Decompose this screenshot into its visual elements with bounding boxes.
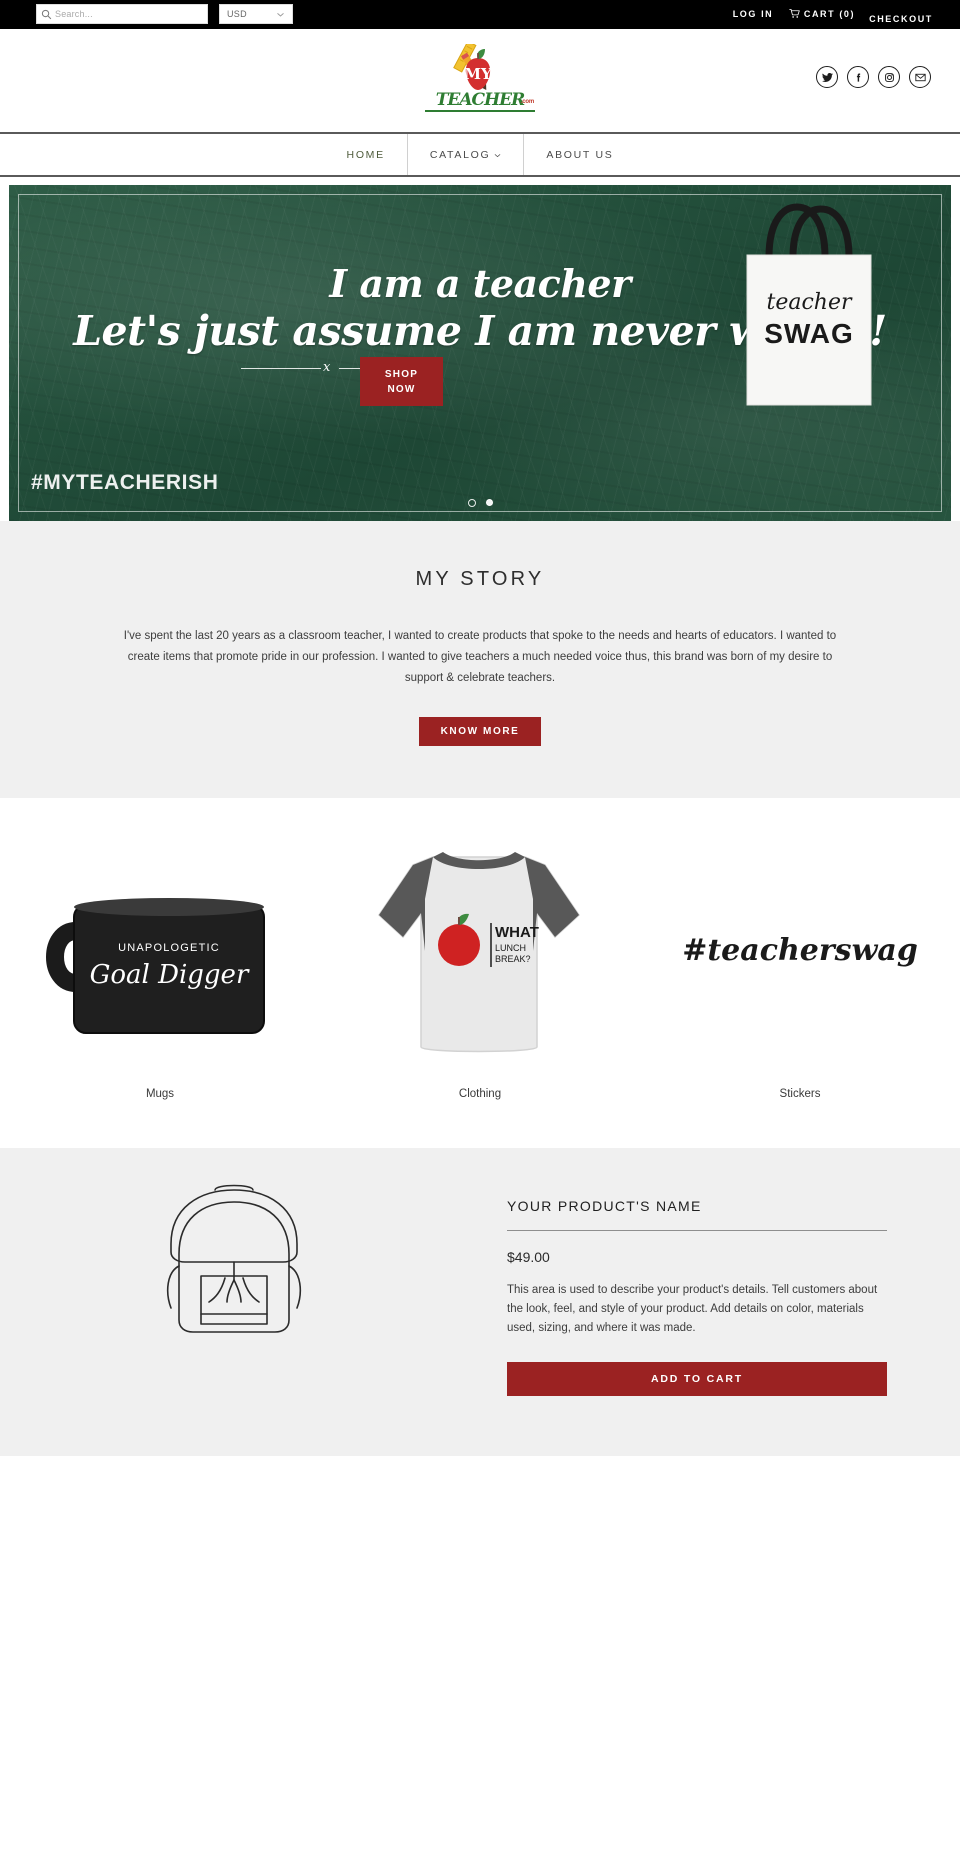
featured-product-section: YOUR PRODUCT'S NAME $49.00 This area is … <box>0 1148 960 1456</box>
instagram-icon[interactable] <box>878 66 900 88</box>
shop-now-button[interactable]: SHOP NOW <box>360 357 443 406</box>
logo-suffix: .com <box>520 99 534 105</box>
collection-mugs[interactable]: UNAPOLOGETIC Goal Digger Mugs <box>0 838 320 1100</box>
collection-label-stickers: Stickers <box>779 1088 821 1100</box>
logo-wordmark: TEACHER <box>425 91 535 112</box>
search-box[interactable] <box>36 4 208 24</box>
nav-item-about-us[interactable]: ABOUT US <box>524 134 635 175</box>
mug-image: UNAPOLOGETIC Goal Digger <box>0 838 320 1068</box>
nav-item-home[interactable]: HOME <box>325 134 408 175</box>
slider-dot-1[interactable] <box>467 499 476 507</box>
featured-product-title: YOUR PRODUCT'S NAME <box>507 1198 887 1231</box>
raglan-shirt-image: WHAT LUNCH BREAK? <box>320 838 640 1068</box>
my-story-section: MY STORY I've spent the last 20 years as… <box>0 521 960 798</box>
cart-icon <box>789 8 800 19</box>
tote-bag-image: teacher SWAG <box>729 201 889 411</box>
svg-text:LUNCH: LUNCH <box>495 943 526 953</box>
know-more-button[interactable]: KNOW MORE <box>418 717 542 746</box>
currency-selector[interactable]: USD <box>219 4 293 24</box>
featured-product-media <box>29 1182 409 1396</box>
slider-dot-2[interactable] <box>485 499 493 506</box>
svg-text:teacher: teacher <box>766 290 852 315</box>
apple-logo-icon: MY <box>451 40 505 96</box>
search-input[interactable] <box>55 9 195 19</box>
collection-stickers[interactable]: #teacherswag Stickers <box>640 838 960 1101</box>
cart-link[interactable]: CART (0) <box>786 8 858 20</box>
svg-text:Goal Digger: Goal Digger <box>90 960 250 990</box>
site-logo[interactable]: MY TEACHER .com <box>425 40 535 119</box>
add-to-cart-button[interactable]: ADD TO CART <box>507 1362 887 1396</box>
my-story-heading: MY STORY <box>415 568 545 590</box>
svg-text:MY: MY <box>464 65 492 83</box>
svg-text:#teacherswag: #teacherswag <box>682 933 918 968</box>
hero-slide: I am a teacher Let's just assume I am ne… <box>9 185 951 521</box>
facebook-icon[interactable] <box>847 66 869 88</box>
collection-label-mugs: Mugs <box>145 1088 175 1100</box>
collection-label-clothing: Clothing <box>458 1088 502 1100</box>
top-links: LOG IN CART (0) CHECKOUT <box>720 0 960 25</box>
main-navigation: HOME CATALOG ABOUT US <box>0 132 960 177</box>
top-utility-bar: USD LOG IN CART (0) CHECKOUT <box>0 0 960 29</box>
nav-item-catalog[interactable]: CATALOG <box>408 134 525 175</box>
hero-hashtag: #MYTEACHERISH <box>31 471 219 494</box>
svg-text:SWAG: SWAG <box>764 318 854 349</box>
featured-product-description: This area is used to describe your produ… <box>507 1284 878 1334</box>
search-icon <box>37 9 55 20</box>
sticker-image: #teacherswag <box>640 838 960 1068</box>
hero-slider: I am a teacher Let's just assume I am ne… <box>0 185 960 521</box>
checkout-link[interactable]: CHECKOUT <box>858 13 944 25</box>
featured-product-price: $49.00 <box>507 1249 550 1265</box>
login-link[interactable]: LOG IN <box>720 8 786 20</box>
backpack-line-art-icon <box>149 1184 319 1356</box>
nav-label-catalog: CATALOG <box>429 148 491 161</box>
cart-label: CART (0) <box>803 9 856 19</box>
site-header: MY TEACHER .com <box>0 29 960 132</box>
nav-label-home: HOME <box>346 148 385 161</box>
shop-now-line-2: NOW <box>387 383 416 395</box>
shop-now-line-1: SHOP <box>384 368 419 380</box>
chevron-down-icon <box>276 10 285 19</box>
svg-text:BREAK?: BREAK? <box>495 954 531 964</box>
collection-clothing[interactable]: WHAT LUNCH BREAK? Clothing <box>320 838 640 1100</box>
svg-text:UNAPOLOGETIC: UNAPOLOGETIC <box>118 942 220 954</box>
currency-value: USD <box>227 9 247 19</box>
svg-text:WHAT: WHAT <box>495 924 539 941</box>
hero-divider-mark: x <box>323 360 331 375</box>
my-story-body: I've spent the last 20 years as a classr… <box>123 630 837 684</box>
email-icon[interactable] <box>909 66 931 88</box>
slider-dots <box>9 499 951 507</box>
chevron-down-icon <box>494 152 501 159</box>
twitter-icon[interactable] <box>816 66 838 88</box>
nav-label-about-us: ABOUT US <box>546 148 614 161</box>
social-links <box>816 66 931 88</box>
collections-grid: UNAPOLOGETIC Goal Digger Mugs WHAT LUNCH… <box>0 798 960 1148</box>
